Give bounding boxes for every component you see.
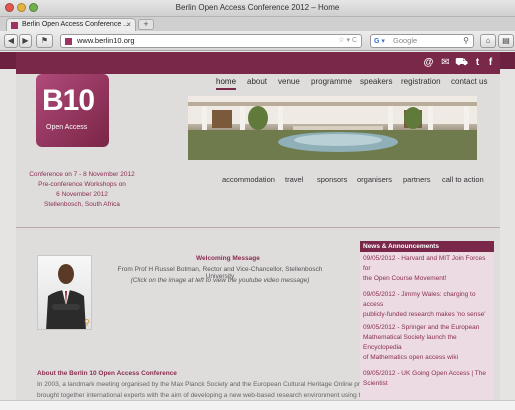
news-item[interactable]: 09/05/2012 - Harvard and MIT Join Forces… bbox=[363, 254, 491, 284]
nav-home[interactable]: home bbox=[216, 77, 237, 90]
horizontal-scrollbar[interactable] bbox=[0, 400, 515, 410]
menu-button[interactable]: ▤ bbox=[498, 34, 514, 48]
news-item[interactable]: 09/05/2012 - Springer and the European M… bbox=[363, 323, 491, 363]
web-page: @ ✉ ⛟ t f B10 Open Access home about ven… bbox=[0, 52, 515, 410]
news-item-line: Scientist bbox=[363, 380, 388, 387]
b10-logo[interactable]: B10 Open Access bbox=[36, 74, 109, 147]
news-item-line: the Open Course Movement! bbox=[363, 275, 447, 282]
search-placeholder: Google bbox=[393, 36, 418, 45]
news-item-line: 09/05/2012 - Springer and the European bbox=[363, 324, 480, 331]
tab-berlin10[interactable]: Berlin Open Access Conference ... × bbox=[6, 18, 136, 31]
nav-about[interactable]: about bbox=[247, 77, 267, 86]
site-favicon-icon bbox=[11, 22, 18, 29]
subnav-travel[interactable]: travel bbox=[285, 175, 303, 184]
about-heading: About the Berlin 10 Open Access Conferen… bbox=[37, 370, 177, 377]
logo-text: B10 bbox=[42, 84, 95, 117]
nav-speakers[interactable]: speakers bbox=[360, 77, 392, 86]
news-item-line: 09/05/2012 - Jimmy Wales: charging to ac… bbox=[363, 291, 476, 308]
window-title: Berlin Open Access Conference 2012 – Hom… bbox=[175, 3, 340, 12]
email-icon[interactable]: ✉ bbox=[439, 56, 452, 69]
address-bar[interactable]: www.berlin10.org ☆ ▾ C bbox=[60, 34, 362, 48]
news-item-line: Mathematical Society launch the Encyclop… bbox=[363, 334, 457, 351]
nav-venue[interactable]: venue bbox=[278, 77, 300, 86]
url-text: www.berlin10.org bbox=[77, 36, 135, 45]
news-heading: News & Announcements bbox=[360, 241, 494, 252]
search-icon[interactable]: ⚲ bbox=[463, 35, 469, 47]
welcome-title: Welcoming Message bbox=[196, 255, 260, 262]
workshops-label: Pre-conference Workshops on bbox=[38, 181, 126, 188]
bookmarks-button[interactable]: ⚑ bbox=[36, 34, 53, 48]
news-item-line: publicly-funded research makes 'no sense… bbox=[363, 311, 486, 318]
tab-strip: Berlin Open Access Conference ... × + bbox=[0, 17, 515, 31]
subnav-accommodation[interactable]: accommodation bbox=[222, 175, 275, 184]
section-divider bbox=[16, 227, 500, 228]
nav-contact-us[interactable]: contact us bbox=[451, 77, 487, 86]
site-favicon-icon bbox=[65, 38, 72, 45]
venue-banner-image bbox=[188, 96, 477, 160]
welcome-instruction: (Click on the image at left to view the … bbox=[130, 277, 310, 284]
tab-label: Berlin Open Access Conference ... bbox=[22, 21, 129, 28]
at-icon[interactable]: @ bbox=[422, 56, 435, 69]
subnav-sponsors[interactable]: sponsors bbox=[317, 175, 347, 184]
search-bar[interactable]: G ▾ Google ⚲ bbox=[370, 34, 474, 48]
about-line-2: brought together international experts w… bbox=[37, 392, 368, 399]
google-engine-icon[interactable]: G ▾ bbox=[374, 37, 388, 46]
nav-programme[interactable]: programme bbox=[311, 77, 352, 86]
about-line-1: In 2003, a landmark meeting organised by… bbox=[37, 381, 374, 388]
news-item-line: 09/05/2012 - UK Going Open Access | The bbox=[363, 370, 486, 377]
new-tab-button[interactable]: + bbox=[138, 19, 154, 30]
conference-location: Stellenbosch, South Africa bbox=[44, 201, 120, 208]
home-button[interactable]: ⌂ bbox=[480, 34, 496, 48]
news-item-line: of Mathematics open access wiki bbox=[363, 354, 459, 361]
news-panel: News & Announcements 09/05/2012 - Harvar… bbox=[360, 241, 494, 410]
nav-registration[interactable]: registration bbox=[401, 77, 441, 86]
news-item[interactable]: 09/05/2012 - UK Going Open Access | The … bbox=[363, 369, 491, 389]
workshops-date: 6 November 2012 bbox=[56, 191, 108, 198]
back-button[interactable]: ◀ bbox=[4, 34, 18, 48]
cart-icon[interactable]: ⛟ bbox=[455, 56, 468, 69]
conference-dates: Conference on 7 - 8 November 2012 bbox=[29, 171, 135, 178]
forward-button[interactable]: ▶ bbox=[19, 34, 32, 48]
facebook-icon[interactable]: f bbox=[484, 56, 497, 69]
subnav-organisers[interactable]: organisers bbox=[357, 175, 392, 184]
logo-subtext: Open Access bbox=[46, 124, 88, 131]
news-item[interactable]: 09/05/2012 - Jimmy Wales: charging to ac… bbox=[363, 290, 491, 320]
navigation-toolbar: ◀ ▶ ⚑ www.berlin10.org ☆ ▾ C G ▾ Google … bbox=[0, 31, 515, 51]
subnav-partners[interactable]: partners bbox=[403, 175, 431, 184]
twitter-icon[interactable]: t bbox=[471, 56, 484, 69]
venue-photo bbox=[188, 96, 477, 160]
magnify-icon[interactable]: ⚲ bbox=[82, 318, 92, 328]
bookmark-star-icon[interactable]: ☆ ▾ C bbox=[338, 35, 357, 47]
title-bar: Berlin Open Access Conference 2012 – Hom… bbox=[0, 0, 515, 17]
conference-info: Conference on 7 - 8 November 2012 Pre-co… bbox=[28, 170, 136, 210]
news-item-line: 09/05/2012 - Harvard and MIT Join Forces… bbox=[363, 255, 486, 272]
subnav-call-to-action[interactable]: call to action bbox=[442, 175, 484, 184]
close-tab-icon[interactable]: × bbox=[126, 19, 131, 31]
